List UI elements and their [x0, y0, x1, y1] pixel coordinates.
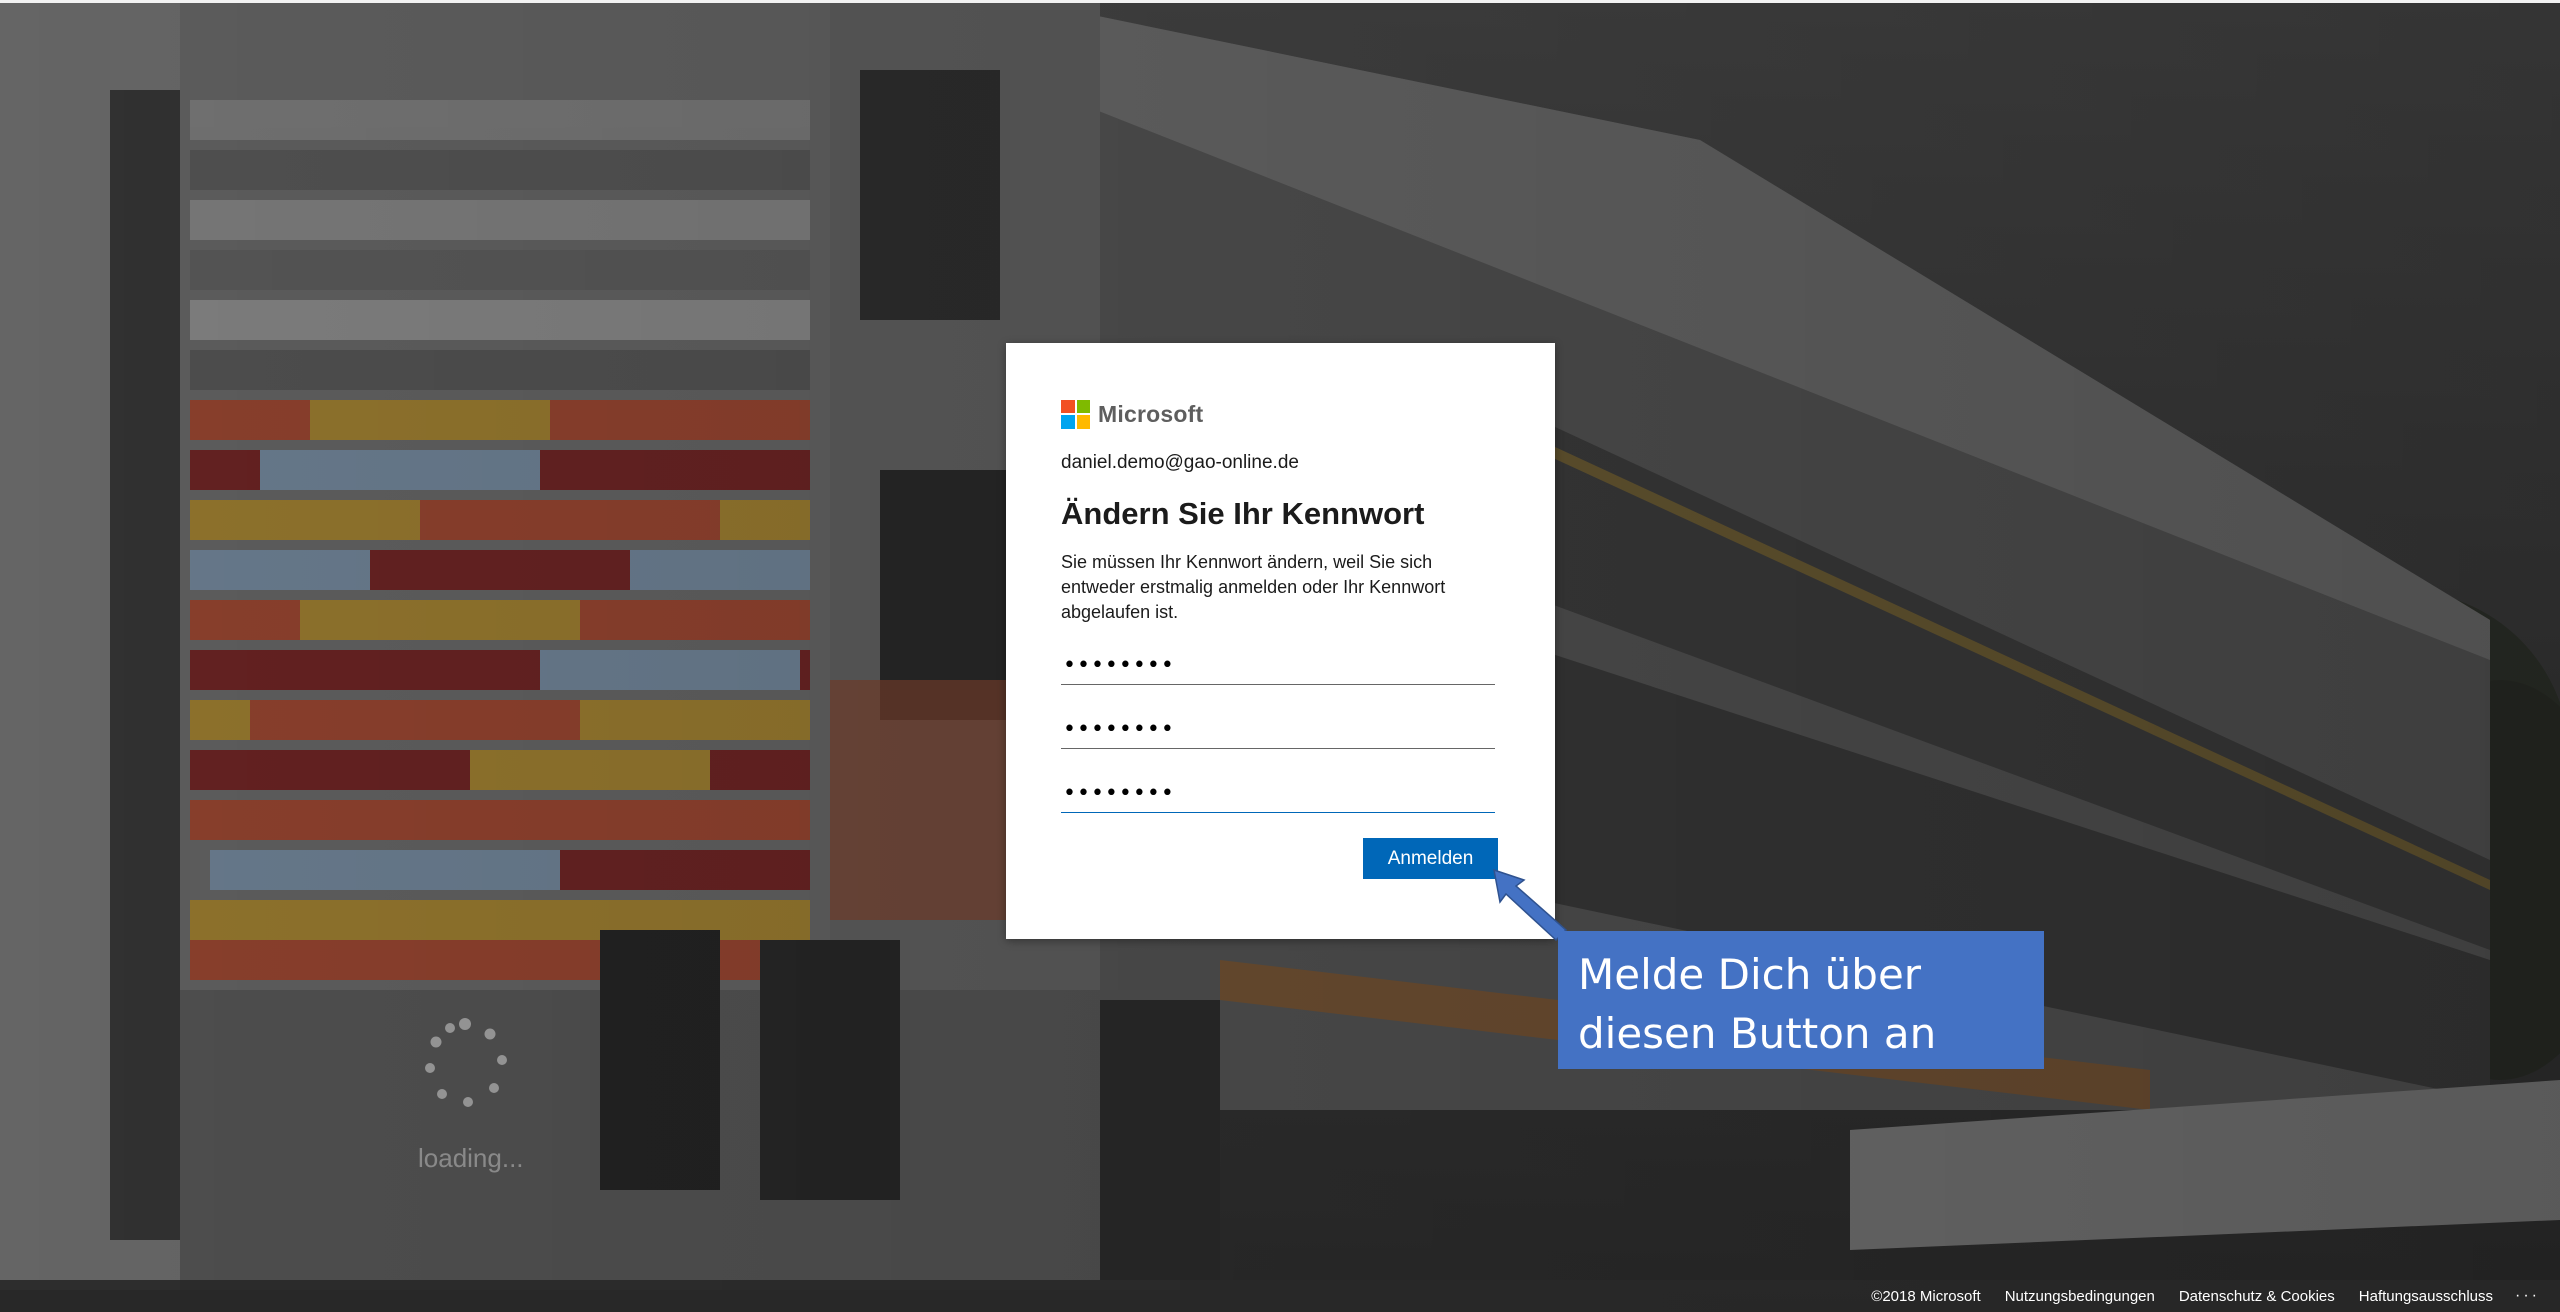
terms-link[interactable]: Nutzungsbedingungen — [2005, 1288, 2155, 1305]
sign-in-button[interactable]: Anmelden — [1363, 838, 1498, 879]
page-title: Ändern Sie Ihr Kennwort — [1061, 496, 1425, 531]
annotation-line-2: diesen Button an — [1578, 1009, 1937, 1058]
loading-label: loading... — [418, 1143, 524, 1173]
brand-name: Microsoft — [1098, 400, 1204, 427]
microsoft-logo-icon — [1061, 399, 1090, 429]
annotation-line-1: Melde Dich über — [1578, 950, 1922, 999]
copyright-text: ©2018 Microsoft — [1871, 1287, 1981, 1305]
footer: ©2018 Microsoft Nutzungsbedingungen Date… — [0, 1280, 2560, 1312]
disclaimer-link[interactable]: Haftungsausschluss — [2359, 1288, 2493, 1305]
more-options-icon[interactable]: ··· — [2515, 1287, 2540, 1305]
brand: Microsoft — [1061, 399, 1497, 429]
privacy-link[interactable]: Datenschutz & Cookies — [2179, 1288, 2335, 1305]
annotation-callout: Melde Dich über diesen Button an — [1558, 931, 2044, 1069]
change-password-card: Microsoft daniel.demo@gao-online.de Ände… — [1006, 343, 1555, 939]
confirm-password-field[interactable] — [1061, 775, 1495, 813]
new-password-field[interactable] — [1061, 711, 1495, 749]
account-identity[interactable]: daniel.demo@gao-online.de — [1061, 452, 1497, 474]
description-text: Sie müssen Ihr Kennwort ändern, weil Sie… — [1061, 552, 1446, 622]
current-password-field[interactable] — [1061, 647, 1495, 685]
loading-spinner-icon — [425, 1018, 507, 1107]
